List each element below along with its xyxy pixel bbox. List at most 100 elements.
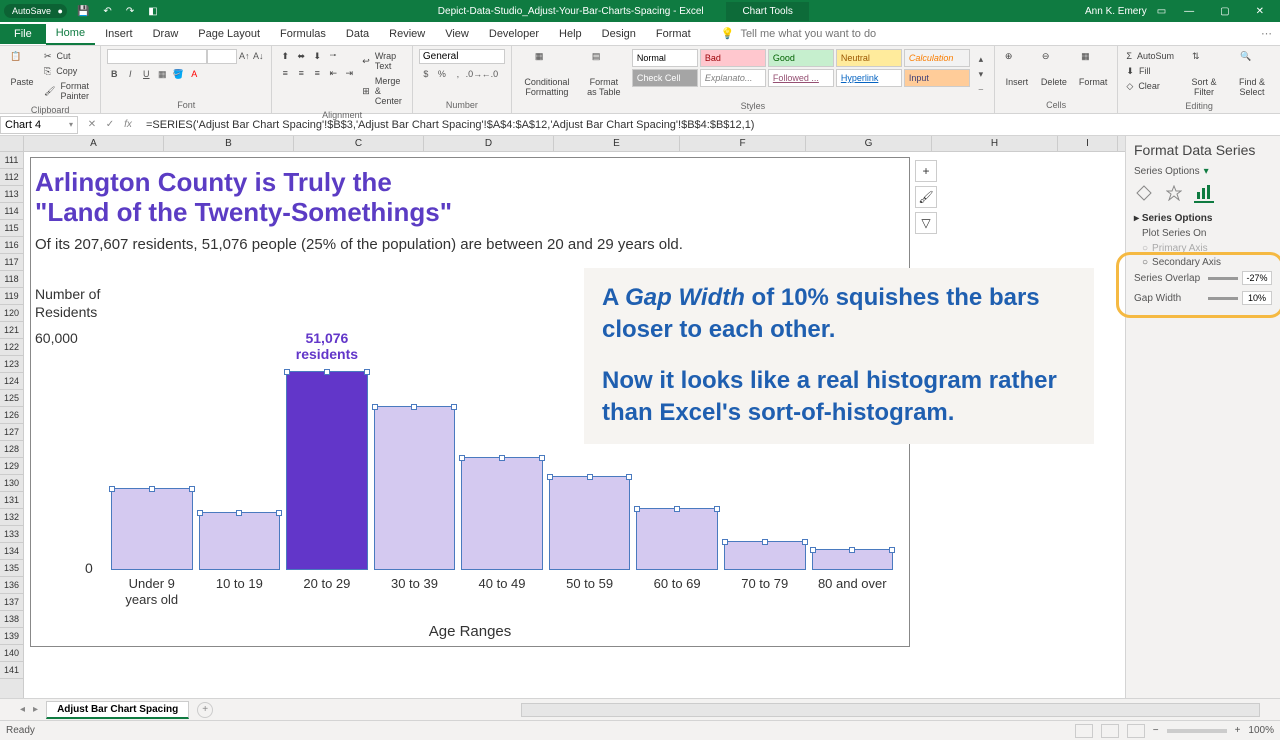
copy-button[interactable]: ⎘ Copy (42, 64, 94, 78)
row-header[interactable]: 132 (0, 509, 23, 526)
column-header[interactable]: A (24, 136, 164, 151)
orientation-icon[interactable]: ⭬ (326, 49, 340, 63)
row-header[interactable]: 112 (0, 169, 23, 186)
align-right-icon[interactable]: ≡ (310, 66, 324, 80)
autosave-toggle[interactable]: AutoSave ● (4, 4, 67, 18)
autosum-button[interactable]: Σ AutoSum (1124, 49, 1178, 63)
row-header[interactable]: 127 (0, 424, 23, 441)
bar[interactable] (374, 406, 456, 570)
column-header[interactable]: H (932, 136, 1058, 151)
zoom-level[interactable]: 100% (1248, 725, 1274, 736)
row-header[interactable]: 135 (0, 560, 23, 577)
row-header[interactable]: 120 (0, 305, 23, 322)
row-header[interactable]: 121 (0, 322, 23, 339)
page-layout-view-icon[interactable] (1101, 724, 1119, 738)
save-icon[interactable]: 💾 (73, 4, 93, 19)
row-header[interactable]: 129 (0, 458, 23, 475)
bar-highlighted[interactable]: 51,076residents (286, 371, 368, 570)
tab-page-layout[interactable]: Page Layout (188, 24, 270, 44)
row-header[interactable]: 124 (0, 373, 23, 390)
conditional-formatting-button[interactable]: ▦ Conditional Formatting (518, 49, 576, 99)
add-sheet-button[interactable]: + (197, 702, 213, 718)
bar[interactable] (111, 488, 193, 570)
style-input[interactable]: Input (904, 69, 970, 87)
tab-data[interactable]: Data (336, 24, 379, 44)
chart-title[interactable]: Arlington County is Truly the "Land of t… (31, 158, 909, 232)
row-header[interactable]: 138 (0, 611, 23, 628)
style-good[interactable]: Good (768, 49, 834, 67)
cut-button[interactable]: ✂ Cut (42, 49, 94, 63)
name-box[interactable]: Chart 4▾ (0, 116, 78, 134)
touch-mode-icon[interactable]: ◧ (144, 4, 161, 19)
merge-center-button[interactable]: ⊞ Merge & Center (360, 74, 406, 108)
x-axis-label[interactable]: 80 and over (812, 576, 894, 607)
column-header[interactable]: G (806, 136, 932, 151)
redo-icon[interactable]: ↷ (122, 4, 138, 19)
column-header[interactable]: D (424, 136, 554, 151)
fx-icon[interactable]: fx (120, 119, 136, 130)
font-name-input[interactable] (107, 49, 207, 64)
row-header[interactable]: 119 (0, 288, 23, 305)
italic-button[interactable]: I (123, 67, 137, 81)
row-header[interactable]: 123 (0, 356, 23, 373)
close-button[interactable]: ✕ (1248, 4, 1272, 19)
horizontal-scrollbar[interactable] (521, 703, 1260, 717)
row-header[interactable]: 137 (0, 594, 23, 611)
zoom-in-icon[interactable]: + (1235, 725, 1241, 736)
x-axis-label[interactable]: 70 to 79 (724, 576, 806, 607)
percent-icon[interactable]: % (435, 67, 449, 81)
row-header[interactable]: 113 (0, 186, 23, 203)
select-all-corner[interactable] (0, 136, 24, 151)
wrap-text-button[interactable]: ↩ Wrap Text (360, 49, 406, 73)
chart-elements-button[interactable]: + (915, 160, 937, 182)
row-header[interactable]: 140 (0, 645, 23, 662)
bar[interactable] (724, 541, 806, 570)
column-header[interactable]: B (164, 136, 294, 151)
gap-width-field[interactable]: Gap Width (1134, 291, 1272, 305)
style-calculation[interactable]: Calculation (904, 49, 970, 67)
paste-button[interactable]: 📋 Paste (6, 49, 38, 103)
minimize-button[interactable]: — (1176, 4, 1202, 19)
align-bottom-icon[interactable]: ⬇ (310, 49, 324, 63)
row-header[interactable]: 122 (0, 339, 23, 356)
column-header[interactable]: F (680, 136, 806, 151)
clear-button[interactable]: ◇ Clear (1124, 79, 1178, 93)
tab-developer[interactable]: Developer (479, 24, 549, 44)
align-left-icon[interactable]: ≡ (278, 66, 292, 80)
bar[interactable] (461, 457, 543, 570)
bold-button[interactable]: B (107, 67, 121, 81)
x-axis-labels[interactable]: Under 9 years old10 to 1920 to 2930 to 3… (97, 576, 907, 607)
row-header[interactable]: 128 (0, 441, 23, 458)
ribbon-display-icon[interactable]: ▭ (1157, 6, 1166, 17)
format-cells-button[interactable]: ▦Format (1075, 49, 1112, 98)
underline-button[interactable]: U (139, 67, 153, 81)
decrease-font-icon[interactable]: A↓ (251, 49, 265, 63)
styles-scroll-down-icon[interactable]: ▾ (974, 67, 988, 81)
row-header[interactable]: 134 (0, 543, 23, 560)
enter-formula-icon[interactable]: ✓ (102, 119, 118, 130)
font-color-button[interactable]: A (187, 67, 201, 81)
x-axis-label[interactable]: 50 to 59 (549, 576, 631, 607)
row-header[interactable]: 139 (0, 628, 23, 645)
grid-body[interactable]: Arlington County is Truly the "Land of t… (24, 152, 1125, 698)
x-axis-label[interactable]: 10 to 19 (199, 576, 281, 607)
fill-line-tab-icon[interactable] (1134, 183, 1154, 203)
normal-view-icon[interactable] (1075, 724, 1093, 738)
bar[interactable] (199, 512, 281, 571)
insert-cells-button[interactable]: ⊕Insert (1001, 49, 1033, 98)
x-axis-label[interactable]: Under 9 years old (111, 576, 193, 607)
y-axis-label[interactable]: Number of Residents (35, 286, 100, 321)
font-size-input[interactable] (207, 49, 237, 64)
style-hyperlink[interactable]: Hyperlink (836, 69, 902, 87)
fill-color-button[interactable]: 🪣 (171, 67, 185, 81)
decrease-decimal-icon[interactable]: ←.0 (483, 67, 497, 81)
delete-cells-button[interactable]: ⊖Delete (1037, 49, 1071, 98)
page-break-view-icon[interactable] (1127, 724, 1145, 738)
prev-sheet-icon[interactable]: ◂ (20, 704, 25, 715)
x-axis-title[interactable]: Age Ranges (31, 623, 909, 640)
chart-subtitle[interactable]: Of its 207,607 residents, 51,076 people … (31, 232, 909, 263)
format-pane-options-dropdown[interactable]: Series Options ▾ (1134, 166, 1272, 177)
tab-draw[interactable]: Draw (143, 24, 189, 44)
maximize-button[interactable]: ▢ (1212, 4, 1237, 19)
increase-font-icon[interactable]: A↑ (237, 49, 251, 63)
